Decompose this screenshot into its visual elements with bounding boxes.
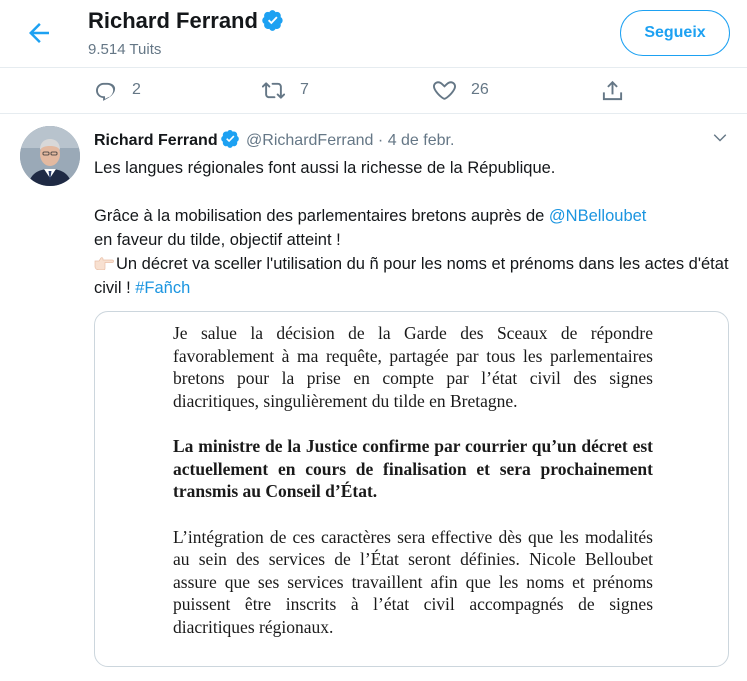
document-paragraph-2: La ministre de la Justice confirme par c…: [173, 436, 653, 501]
author-handle[interactable]: @RichardFerrand: [246, 132, 373, 149]
retweet-icon: [262, 81, 285, 99]
tweet-line-2-post: en faveur du tilde, objectif atteint !: [94, 231, 341, 249]
profile-header: Richard Ferrand 9.514 Tuits Segueix: [0, 0, 747, 68]
tweet-line-1: Les langues régionales font aussi la ric…: [94, 159, 556, 177]
tweet-header: Richard Ferrand @RichardFerrand · 4 de f…: [94, 129, 454, 153]
tweet-line-3: Un décret va sceller l'utilisation du ñ …: [94, 252, 734, 300]
pointing-right-emoji-icon: [94, 253, 114, 271]
verified-badge-icon: [220, 129, 240, 153]
tweet: Richard Ferrand @RichardFerrand · 4 de f…: [0, 114, 747, 681]
author-name[interactable]: Richard Ferrand: [94, 132, 218, 149]
arrow-left-icon: [29, 23, 49, 43]
like-count: 26: [471, 81, 489, 98]
tweet-text: Les langues régionales font aussi la ric…: [94, 156, 734, 300]
document-paragraph-3: L’intégration de ces caractères sera eff…: [173, 526, 653, 637]
back-button[interactable]: [24, 18, 54, 48]
hashtag-link[interactable]: #Fañch: [135, 279, 190, 297]
like-button[interactable]: 26: [433, 78, 489, 102]
attached-image[interactable]: Je salue la décision de la Garde des Sce…: [94, 311, 729, 667]
tweet-line-2: Grâce à la mobilisation des parlementair…: [94, 204, 734, 252]
reply-icon: [96, 82, 116, 101]
reply-count: 2: [132, 81, 141, 98]
document-paragraph-1: Je salue la décision de la Garde des Sce…: [173, 323, 653, 411]
more-options-button[interactable]: [712, 130, 728, 146]
avatar-portrait-icon: [20, 126, 80, 186]
meta-separator: ·: [377, 132, 384, 149]
tweet-line-2-pre: Grâce à la mobilisation des parlementair…: [94, 207, 549, 225]
profile-name: Richard Ferrand: [88, 8, 284, 37]
tweet-date[interactable]: 4 de febr.: [388, 132, 455, 149]
verified-badge-icon: [262, 9, 284, 37]
share-button[interactable]: [601, 78, 624, 102]
reply-button[interactable]: 2: [94, 78, 141, 102]
document-scan: Je salue la décision de la Garde des Sce…: [173, 322, 653, 661]
tweet-action-bar: 2 7 26: [0, 68, 747, 114]
profile-name-text: Richard Ferrand: [88, 8, 258, 33]
mention-link[interactable]: @NBelloubet: [549, 207, 646, 225]
chevron-down-icon: [713, 134, 727, 142]
avatar[interactable]: [20, 126, 80, 186]
follow-button[interactable]: Segueix: [620, 10, 730, 56]
tweet-count: 9.514 Tuits: [88, 41, 162, 58]
share-icon: [602, 80, 623, 100]
retweet-button[interactable]: 7: [262, 78, 309, 102]
heart-icon: [433, 80, 456, 100]
retweet-count: 7: [300, 81, 309, 98]
